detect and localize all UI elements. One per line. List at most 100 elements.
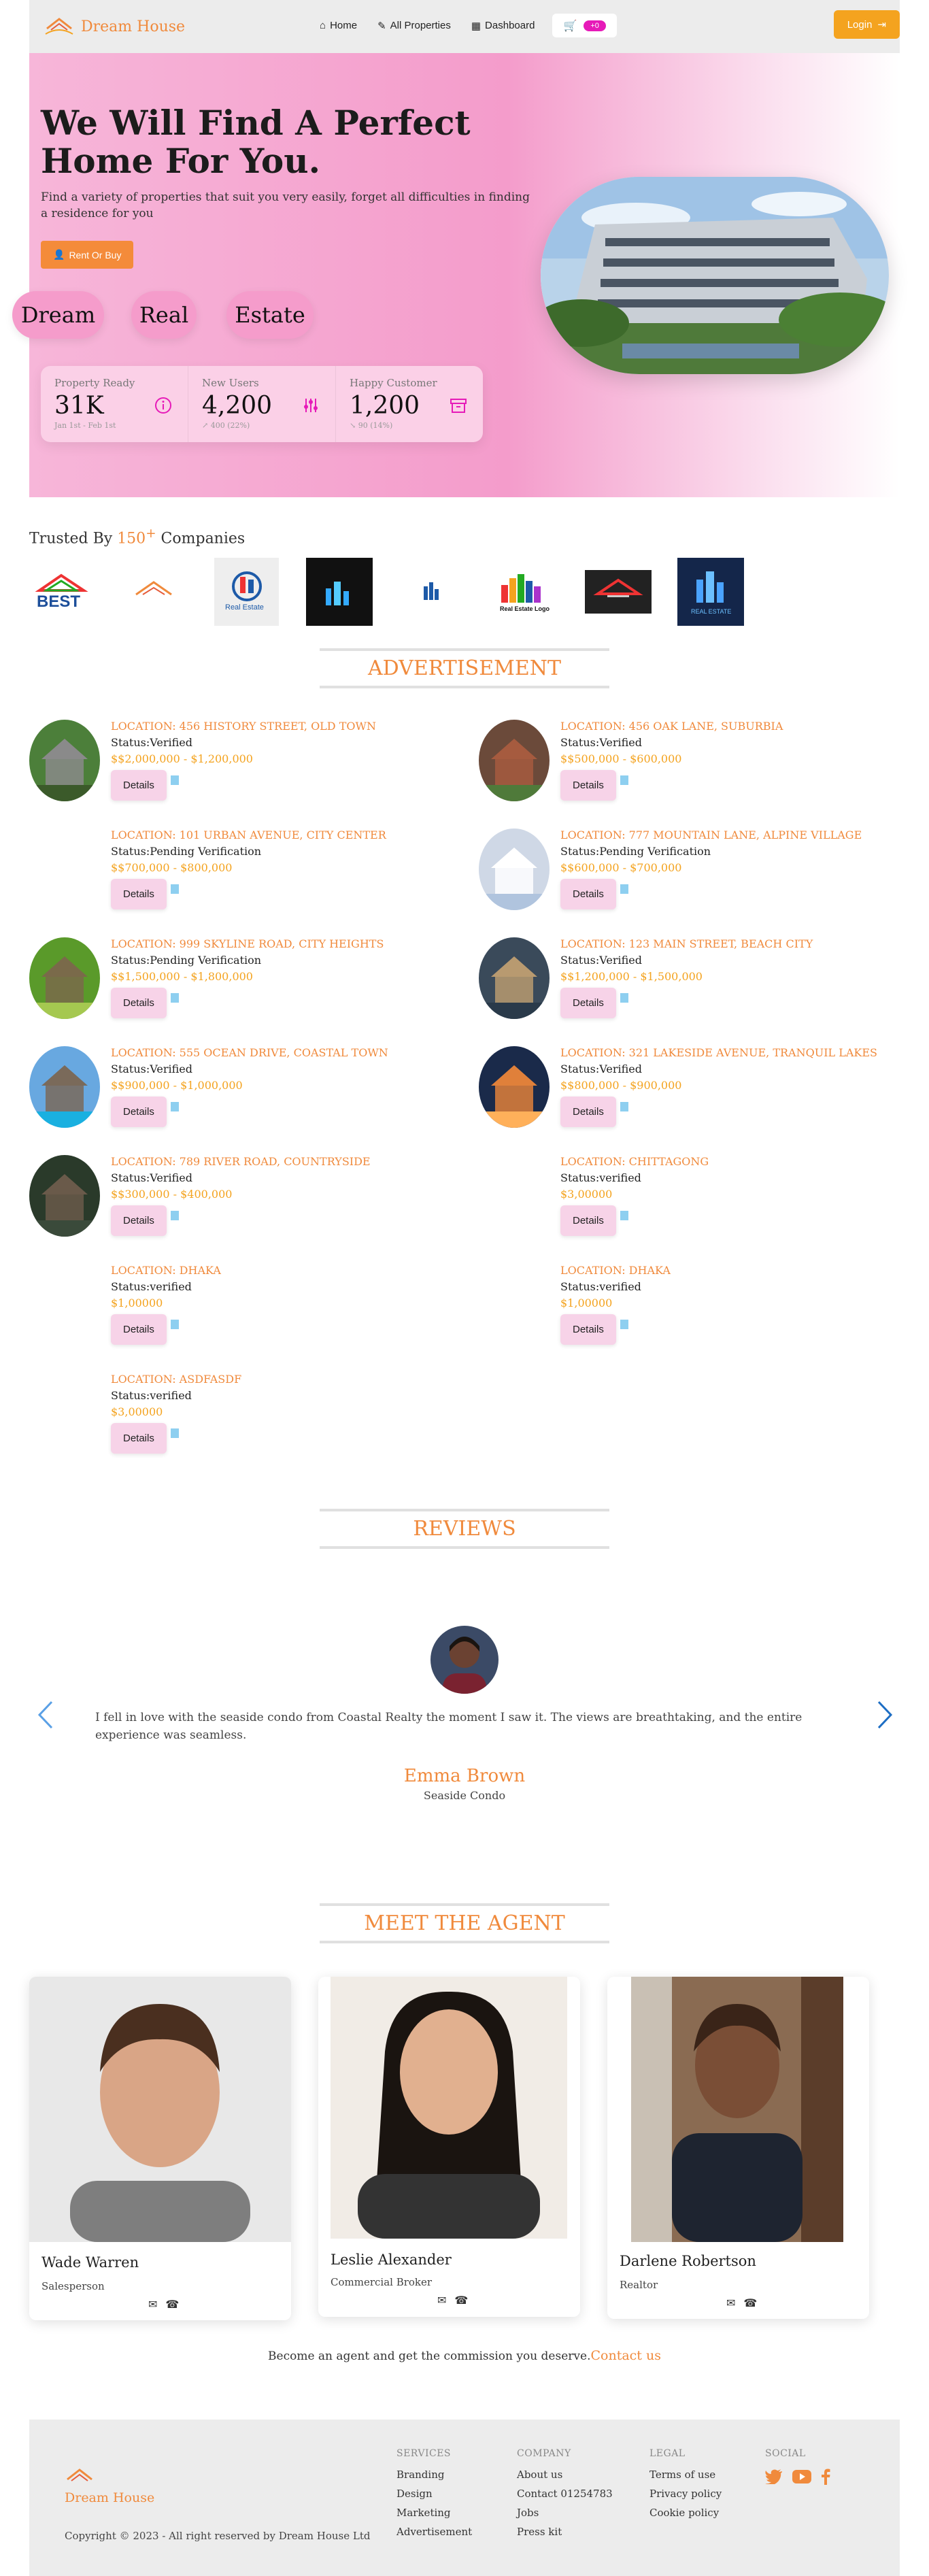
footer-services: SERVICES Branding Design Marketing Adver… [396,2448,472,2545]
company-logos: BEST Real Estate Real Estate Logo REAL E… [29,558,900,626]
stat-note: ↗ 400 (22%) [202,421,250,430]
stat-note: Jan 1st - Feb 1st [54,421,116,430]
stat-label: Property Ready [54,377,135,389]
mail-icon[interactable]: ✉ [437,2294,446,2307]
footer-link[interactable]: Branding [396,2469,472,2481]
nav-dashboard-label: Dashboard [485,20,535,31]
phone-icon[interactable]: ☎ [165,2298,179,2311]
nav-all-properties[interactable]: ✎ All Properties [369,14,459,37]
footer-company: COMPANY About us Contact 01254783 Jobs P… [517,2448,613,2545]
footer-social: SOCIAL [765,2448,830,2485]
tag-real: Real [131,291,197,339]
footer-brand[interactable]: Dream House [65,2467,154,2505]
ad-price: $$300,000 - $400,000 [111,1188,233,1201]
contact-us-link[interactable]: Contact us [590,2348,660,2363]
ad-price: $$800,000 - $900,000 [560,1079,682,1092]
archive-icon [450,399,467,413]
rent-or-buy-button[interactable]: 👤 Rent Or Buy [41,241,134,269]
nav-dashboard[interactable]: ▦ Dashboard [463,14,543,37]
brand-name: Dream House [81,18,186,35]
ad-price: $3,00000 [560,1188,613,1201]
trusted-by: Trusted By 150+ Companies [29,526,245,547]
footer: Dream House Copyright © 2023 - All right… [29,2420,900,2576]
ad-location: LOCATION: 456 HISTORY STREET, OLD TOWN [111,720,376,733]
flag-icon [620,884,628,894]
agent-card[interactable]: Darlene Robertson Realtor ✉ ☎ [607,1977,869,2319]
logo-blue-city: REAL ESTATE [677,558,744,626]
footer-link[interactable]: Advertisement [396,2526,472,2538]
phone-icon[interactable]: ☎ [454,2294,468,2307]
advertisement-item: LOCATION: 456 HISTORY STREET, OLD TOWN St… [29,720,464,815]
details-button[interactable]: Details [111,1097,167,1127]
ad-status: Status:Pending Verification [111,954,262,967]
footer-link[interactable]: Press kit [517,2526,613,2538]
facebook-icon[interactable] [821,2469,830,2485]
agent-card[interactable]: Leslie Alexander Commercial Broker ✉ ☎ [318,1977,580,2317]
stat-property-ready: Property Ready 31K Jan 1st - Feb 1st [41,366,188,442]
house-logo-icon [67,2469,92,2481]
logo-red-roof [585,570,652,614]
details-button[interactable]: Details [560,1205,616,1236]
advertisement-item: LOCATION: 321 LAKESIDE AVENUE, TRANQUIL … [479,1046,914,1141]
brand[interactable]: Dream House [44,16,185,37]
logo-dark-city [306,558,373,626]
ad-location: LOCATION: 555 OCEAN DRIVE, COASTAL TOWN [111,1046,388,1059]
logo-best: BEST [33,571,90,612]
advertisement-item: LOCATION: 123 MAIN STREET, BEACH CITY Sta… [479,937,914,1033]
details-button[interactable]: Details [560,988,616,1018]
advertisement-item: LOCATION: ASDFASDF Status:verified $3,0000… [29,1373,464,1468]
advertisement-item: LOCATION: 456 OAK LANE, SUBURBIA Status:V… [479,720,914,815]
ad-status: Status:Verified [111,1063,192,1075]
flag-icon [620,1320,628,1329]
login-button[interactable]: Login ⇥ [833,10,900,39]
footer-link[interactable]: Design [396,2488,472,2500]
review-prev-arrow[interactable] [35,1699,56,1730]
agent-cta: Become an agent and get the commission y… [0,2348,929,2363]
ad-price: $$1,500,000 - $1,800,000 [111,970,253,983]
stat-note: ↘ 90 (14%) [350,421,393,430]
footer-link[interactable]: Marketing [396,2507,472,2519]
footer-company-head: COMPANY [517,2448,571,2459]
footer-link[interactable]: Privacy policy [649,2488,722,2500]
hero-section: We Will Find A Perfect Home For You. Fin… [12,53,900,497]
flag-icon [171,884,179,894]
details-button[interactable]: Details [111,988,167,1018]
footer-link[interactable]: Cookie policy [649,2507,722,2519]
details-button[interactable]: Details [111,879,167,909]
details-button[interactable]: Details [111,1423,167,1454]
details-button[interactable]: Details [111,770,167,801]
review-next-arrow[interactable] [875,1699,895,1730]
ad-status: Status:verified [111,1280,192,1293]
house-logo-icon [45,18,73,35]
nav-home[interactable]: ⌂ Home [311,14,365,37]
mail-icon[interactable]: ✉ [726,2296,735,2309]
details-button[interactable]: Details [560,770,616,801]
details-button[interactable]: Details [560,1097,616,1127]
navbar: Dream House ⌂ Home ✎ All Properties ▦ Da… [29,0,900,53]
stat-label: Happy Customer [350,377,437,389]
twitter-icon[interactable] [765,2469,783,2484]
footer-link[interactable]: Contact 01254783 [517,2488,613,2500]
phone-icon[interactable]: ☎ [743,2296,757,2309]
youtube-icon[interactable] [792,2470,811,2483]
footer-link[interactable]: Terms of use [649,2469,722,2481]
agent-role: Realtor [620,2279,658,2291]
agent-name: Leslie Alexander [331,2252,452,2268]
property-thumbnail [479,720,550,801]
agent-card[interactable]: Wade Warren Salesperson ✉ ☎ [29,1977,291,2320]
footer-link[interactable]: Jobs [517,2507,613,2519]
property-thumbnail [29,937,100,1019]
tag-dream: Dream [12,291,104,339]
trusted-prefix: Trusted By [29,530,113,548]
details-button[interactable]: Details [111,1314,167,1345]
wrench-icon: ✎ [377,20,386,32]
flag-icon [620,993,628,1003]
cart-button[interactable]: 🛒 +0 [552,14,617,37]
mail-icon[interactable]: ✉ [148,2298,157,2311]
details-button[interactable]: Details [560,1314,616,1345]
footer-link[interactable]: About us [517,2469,613,2481]
details-button[interactable]: Details [111,1205,167,1236]
ad-price: $1,00000 [560,1297,613,1309]
property-thumbnail [479,937,550,1019]
details-button[interactable]: Details [560,879,616,909]
